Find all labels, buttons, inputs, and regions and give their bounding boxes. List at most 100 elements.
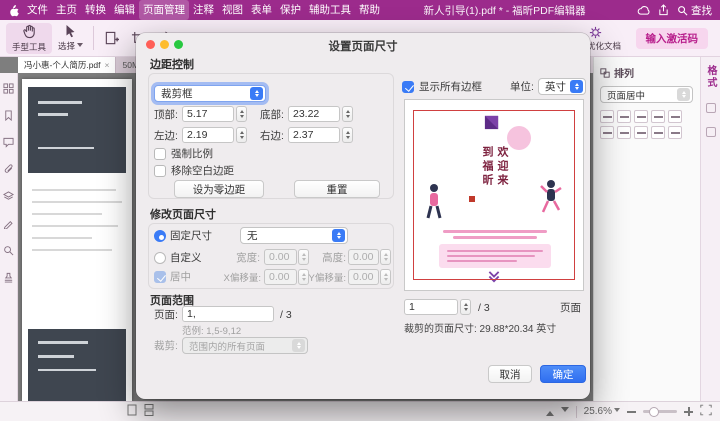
left-margin-stepper[interactable] bbox=[236, 127, 247, 143]
y-offset-field[interactable]: 0.00 bbox=[348, 269, 379, 285]
app-window: 文件 主页 转换 编辑 页面管理 注释 视图 表单 保护 辅助工具 帮助 新人引… bbox=[0, 0, 720, 421]
dialog-title: 设置页面尺寸 bbox=[136, 38, 590, 54]
crop-scope-dropdown[interactable]: 范围内的所有页面 bbox=[182, 337, 308, 354]
align-icon[interactable] bbox=[668, 126, 682, 139]
preview-page-total: / 3 bbox=[478, 302, 490, 315]
zoom-level[interactable]: 25.6% bbox=[584, 406, 620, 417]
width-stepper[interactable] bbox=[298, 249, 309, 265]
menu-view[interactable]: 视图 bbox=[218, 0, 247, 20]
height-field[interactable]: 0.00 bbox=[348, 249, 379, 265]
panel-icon[interactable] bbox=[706, 103, 716, 113]
menu-help[interactable]: 帮助 bbox=[355, 0, 384, 20]
single-page-view-icon[interactable] bbox=[127, 404, 137, 419]
zero-margins-button[interactable]: 设为零边距 bbox=[174, 180, 264, 198]
menu-home[interactable]: 主页 bbox=[52, 0, 81, 20]
signature-panel-icon[interactable] bbox=[3, 218, 14, 232]
constrain-checkbox[interactable] bbox=[154, 148, 166, 160]
search-label: 查找 bbox=[691, 3, 712, 18]
right-margin-field[interactable]: 2.37 bbox=[288, 127, 340, 143]
right-margin-stepper[interactable] bbox=[342, 127, 353, 143]
fixed-size-label: 固定尺寸 bbox=[170, 230, 212, 243]
share-icon[interactable] bbox=[658, 4, 669, 16]
page-range-field[interactable]: 1, bbox=[182, 306, 274, 322]
previous-page-icon[interactable] bbox=[546, 407, 554, 416]
stamp-panel-icon[interactable] bbox=[3, 272, 14, 286]
fixed-size-radio[interactable] bbox=[154, 230, 166, 242]
bottom-margin-stepper[interactable] bbox=[342, 106, 353, 122]
zoom-slider[interactable] bbox=[643, 410, 677, 413]
select-tool-button[interactable]: 选择 bbox=[52, 23, 89, 53]
x-offset-field[interactable]: 0.00 bbox=[264, 269, 297, 285]
menu-accessibility[interactable]: 辅助工具 bbox=[305, 0, 355, 20]
box-type-dropdown[interactable]: 裁剪框 bbox=[154, 85, 266, 102]
custom-size-label: 自定义 bbox=[170, 252, 202, 265]
insert-pages-button[interactable] bbox=[98, 30, 125, 47]
menu-page-management[interactable]: 页面管理 bbox=[139, 0, 189, 20]
menu-form[interactable]: 表单 bbox=[247, 0, 276, 20]
menu-edit[interactable]: 编辑 bbox=[110, 0, 139, 20]
center-checkbox[interactable] bbox=[154, 271, 166, 283]
bookmark-panel-icon[interactable] bbox=[3, 110, 14, 124]
align-icon[interactable] bbox=[634, 126, 648, 139]
align-icon[interactable] bbox=[617, 126, 631, 139]
top-margin-stepper[interactable] bbox=[236, 106, 247, 122]
show-boxes-checkbox[interactable] bbox=[402, 81, 414, 93]
custom-size-radio[interactable] bbox=[154, 252, 166, 264]
page-center-dropdown[interactable]: 页面居中 bbox=[600, 86, 693, 103]
align-icon[interactable] bbox=[600, 126, 614, 139]
continuous-view-icon[interactable] bbox=[144, 404, 154, 419]
zoom-out-icon[interactable] bbox=[627, 411, 636, 413]
left-margin-field[interactable]: 2.19 bbox=[182, 127, 234, 143]
cloud-icon[interactable] bbox=[637, 5, 650, 16]
menu-comment[interactable]: 注释 bbox=[189, 0, 218, 20]
fixed-size-dropdown[interactable]: 无 bbox=[240, 227, 348, 244]
unit-dropdown[interactable]: 英寸 bbox=[538, 78, 586, 95]
align-icon[interactable] bbox=[617, 110, 631, 123]
height-stepper[interactable] bbox=[380, 249, 391, 265]
x-offset-label: X偏移量: bbox=[216, 272, 261, 285]
width-field[interactable]: 0.00 bbox=[264, 249, 297, 265]
preview-page-stepper[interactable] bbox=[460, 299, 471, 315]
align-icon[interactable] bbox=[651, 126, 665, 139]
page-header-block bbox=[28, 87, 126, 173]
panel-icon[interactable] bbox=[706, 127, 716, 137]
attachment-panel-icon[interactable] bbox=[3, 164, 14, 178]
preview-page-field[interactable]: 1 bbox=[404, 299, 458, 315]
menu-protect[interactable]: 保护 bbox=[276, 0, 305, 20]
align-icon[interactable] bbox=[668, 110, 682, 123]
reset-button[interactable]: 重置 bbox=[294, 180, 380, 198]
menu-file[interactable]: 文件 bbox=[23, 0, 52, 20]
align-icon[interactable] bbox=[600, 110, 614, 123]
search-control[interactable]: 查找 bbox=[677, 3, 712, 18]
comment-panel-icon[interactable] bbox=[3, 137, 14, 151]
remove-blank-checkbox[interactable] bbox=[154, 165, 166, 177]
tab-format[interactable]: 格式 bbox=[703, 65, 718, 89]
crop-rect[interactable] bbox=[413, 110, 575, 280]
bottom-margin-field[interactable]: 23.22 bbox=[288, 106, 340, 122]
layers-panel-icon[interactable] bbox=[3, 191, 14, 205]
hand-tool-button[interactable]: 手型工具 bbox=[6, 23, 52, 54]
thumbnails-panel-icon[interactable] bbox=[3, 83, 14, 97]
page-label: 页面: bbox=[154, 309, 178, 322]
format-panel: 排列 页面居中 bbox=[593, 57, 700, 401]
close-icon[interactable]: × bbox=[105, 60, 110, 70]
cancel-button[interactable]: 取消 bbox=[488, 365, 532, 383]
chevron-updown-icon bbox=[250, 87, 263, 100]
ok-button[interactable]: 确定 bbox=[540, 365, 586, 383]
search-panel-icon[interactable] bbox=[3, 245, 14, 259]
y-offset-stepper[interactable] bbox=[380, 269, 391, 285]
next-page-icon[interactable] bbox=[561, 407, 569, 416]
menu-convert[interactable]: 转换 bbox=[81, 0, 110, 20]
doc-tab-resume[interactable]: 冯小惠-个人简历.pdf × bbox=[18, 57, 116, 73]
menu-bar: 文件 主页 转换 编辑 页面管理 注释 视图 表单 保护 辅助工具 帮助 新人引… bbox=[0, 0, 720, 20]
activation-code-button[interactable]: 输入激活码 bbox=[636, 28, 709, 49]
zoom-in-icon[interactable] bbox=[684, 407, 693, 416]
fullscreen-icon[interactable] bbox=[700, 404, 712, 419]
zoom-slider-knob[interactable] bbox=[649, 407, 659, 417]
align-icon[interactable] bbox=[634, 110, 648, 123]
top-margin-field[interactable]: 5.17 bbox=[182, 106, 234, 122]
chevron-down-icon bbox=[614, 408, 620, 415]
align-icon[interactable] bbox=[651, 110, 665, 123]
search-icon bbox=[677, 5, 688, 16]
apple-icon[interactable] bbox=[8, 4, 19, 17]
